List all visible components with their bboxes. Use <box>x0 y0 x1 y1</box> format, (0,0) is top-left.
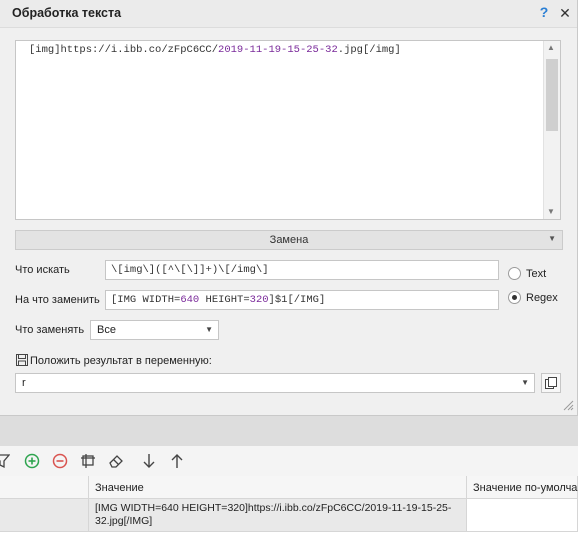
variables-toolbar <box>0 446 578 476</box>
copy-variable-button[interactable] <box>541 373 561 393</box>
replace-part: [IMG WIDTH= <box>111 294 181 306</box>
column-label: Значение по-умолчанию <box>473 482 578 494</box>
text-mode-radio[interactable] <box>508 267 521 280</box>
add-icon[interactable] <box>24 453 40 469</box>
save-disk-icon <box>16 354 28 366</box>
text-mode-label: Text <box>526 268 547 280</box>
dialog-title: Обработка текста <box>12 6 122 20</box>
replace-number: 320 <box>249 294 269 306</box>
chevron-down-icon: ▼ <box>548 234 556 243</box>
table-header-default[interactable]: Значение по-умолчанию <box>467 476 578 499</box>
chevron-down-icon: ▼ <box>205 325 213 334</box>
replace-what-label: Что заменять <box>15 324 85 336</box>
regex-mode-label: Regex <box>526 292 558 304</box>
text-processing-dialog: Обработка текста ? ✕ [img]https://i.ibb.… <box>0 0 578 416</box>
input-text-content: [img]https://i.ibb.co/zFpC6CC/2019-11-19… <box>29 44 401 56</box>
table-cell-value: [IMG WIDTH=640 HEIGHT=320]https://i.ibb.… <box>95 502 452 527</box>
filter-icon[interactable] <box>0 453 10 469</box>
replace-number: 640 <box>180 294 200 306</box>
variable-value: r <box>22 377 26 389</box>
table-header-cell <box>0 476 89 499</box>
replace-label: На что заменить <box>15 294 100 306</box>
find-input-value: \[img\]([^\[\]]+)\[/img\] <box>111 264 269 276</box>
operation-select-value: Замена <box>269 234 309 246</box>
replace-input-value: [IMG WIDTH=640 HEIGHT=320]$1[/IMG] <box>111 294 325 306</box>
close-icon[interactable]: ✕ <box>558 5 572 21</box>
replace-part: ]$1[/IMG] <box>268 294 326 306</box>
variable-select[interactable]: r ▼ <box>15 373 535 393</box>
panel-separator <box>0 416 578 446</box>
frame-icon[interactable] <box>80 453 96 469</box>
input-text-suffix: .jpg[/img] <box>337 44 401 56</box>
chevron-down-icon: ▼ <box>521 378 529 387</box>
remove-icon[interactable] <box>52 453 68 469</box>
table-header-value[interactable]: Значение <box>89 476 467 499</box>
table-row-value[interactable]: [IMG WIDTH=640 HEIGHT=320]https://i.ibb.… <box>89 499 467 532</box>
regex-mode-radio[interactable] <box>508 291 521 304</box>
operation-select[interactable]: Замена ▼ <box>15 230 563 250</box>
save-to-variable-label: Положить результат в переменную: <box>30 355 212 367</box>
replace-input[interactable]: [IMG WIDTH=640 HEIGHT=320]$1[/IMG] <box>105 290 499 310</box>
help-icon[interactable]: ? <box>537 4 551 22</box>
table-row-default[interactable] <box>467 499 578 532</box>
scrollbar-thumb[interactable] <box>546 59 558 131</box>
resize-grip-icon[interactable] <box>562 399 574 411</box>
replace-part: HEIGHT= <box>199 294 250 306</box>
input-text-area[interactable]: [img]https://i.ibb.co/zFpC6CC/2019-11-19… <box>15 40 561 220</box>
copy-icon <box>545 377 557 389</box>
replace-what-select[interactable]: Все ▼ <box>90 320 219 340</box>
input-text-number: 2019-11-19-15-25-32 <box>218 44 338 56</box>
table-row-cell[interactable] <box>0 499 89 532</box>
variables-table: Значение Значение по-умолчанию [IMG WIDT… <box>0 476 578 552</box>
arrow-up-icon[interactable] <box>169 453 185 469</box>
scroll-up-icon[interactable]: ▲ <box>547 43 555 52</box>
eraser-icon[interactable] <box>108 453 124 469</box>
find-input[interactable]: \[img\]([^\[\]]+)\[/img\] <box>105 260 499 280</box>
replace-what-value: Все <box>97 324 116 336</box>
scroll-down-icon[interactable]: ▼ <box>547 207 555 216</box>
input-text-scrollbar[interactable]: ▲ ▼ <box>543 41 560 219</box>
title-bar: Обработка текста ? ✕ <box>0 0 577 28</box>
arrow-down-icon[interactable] <box>141 453 157 469</box>
input-text-prefix: [img]https://i.ibb.co/zFpC6CC/ <box>29 44 219 56</box>
column-label: Значение <box>95 482 144 494</box>
find-label: Что искать <box>15 264 70 276</box>
